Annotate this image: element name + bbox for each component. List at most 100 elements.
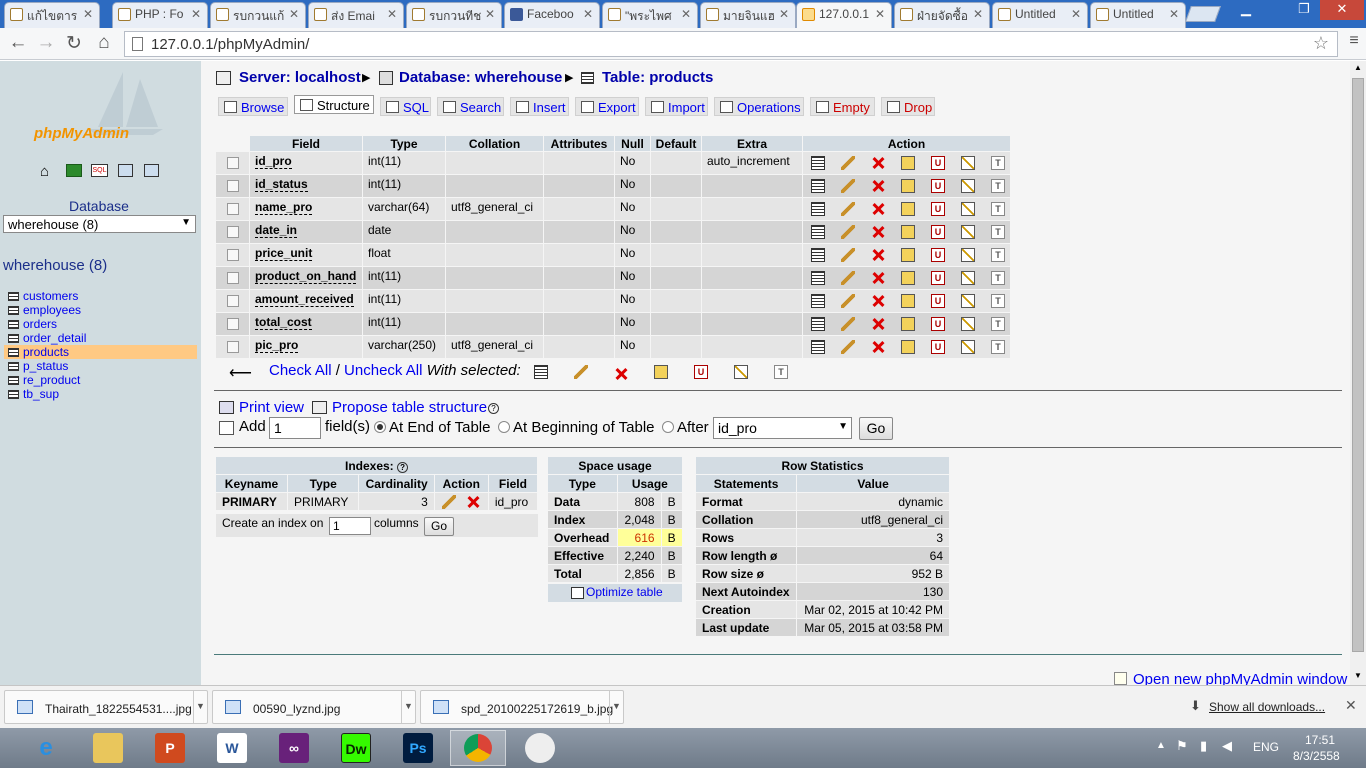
download-menu-arrow-icon[interactable]: ▼ bbox=[609, 691, 623, 723]
table-icon[interactable] bbox=[8, 334, 19, 343]
new-tab-button[interactable] bbox=[1185, 6, 1221, 22]
file-explorer-icon[interactable] bbox=[82, 730, 134, 766]
sidebar-item-employees[interactable]: employees bbox=[8, 303, 81, 317]
breadcrumb-database[interactable]: Database: wherehouse bbox=[399, 69, 562, 86]
add-field-go-button[interactable]: Go bbox=[859, 417, 893, 440]
exit-icon[interactable] bbox=[66, 164, 82, 177]
tab-operations[interactable]: Operations bbox=[714, 97, 804, 116]
close-tab-icon[interactable]: ✕ bbox=[1071, 7, 1081, 21]
address-bar[interactable]: 127.0.0.1/phpMyAdmin/ ☆ bbox=[124, 31, 1338, 57]
browser-tab[interactable]: แก้ไขตาร ✕ bbox=[4, 2, 100, 28]
browser-tab-active[interactable]: 127.0.0.1 ✕ bbox=[796, 2, 892, 28]
check-all-link[interactable]: Check All bbox=[269, 362, 332, 379]
paint-icon[interactable] bbox=[514, 730, 566, 766]
index-icon[interactable] bbox=[961, 293, 975, 308]
show-all-downloads-link[interactable]: Show all downloads... bbox=[1209, 700, 1325, 714]
forward-arrow-icon[interactable]: → bbox=[34, 32, 58, 54]
chrome-icon[interactable] bbox=[450, 730, 506, 766]
dreamweaver-icon[interactable]: Dw bbox=[330, 730, 382, 766]
row-checkbox[interactable] bbox=[226, 157, 239, 169]
database-select[interactable]: wherehouse (8) ▼ bbox=[3, 215, 196, 233]
scrollbar-thumb[interactable] bbox=[1352, 78, 1364, 652]
change-field-icon[interactable] bbox=[841, 201, 855, 216]
drop-field-icon[interactable] bbox=[871, 294, 885, 308]
home-icon[interactable]: ⌂ bbox=[40, 163, 56, 180]
volume-icon[interactable]: ◀ bbox=[1222, 738, 1232, 754]
optimize-table-link[interactable]: Optimize table bbox=[586, 585, 663, 599]
change-field-icon[interactable] bbox=[841, 247, 855, 262]
home-icon[interactable]: ⌂ bbox=[92, 32, 116, 54]
index-icon[interactable] bbox=[961, 270, 975, 285]
flag-icon[interactable]: ⚑ bbox=[1176, 738, 1188, 754]
fulltext-icon[interactable]: T bbox=[991, 155, 1005, 170]
unique-icon[interactable]: U bbox=[931, 247, 945, 262]
scroll-down-arrow-icon[interactable]: ▼ bbox=[1354, 671, 1362, 680]
unique-icon[interactable]: U bbox=[931, 270, 945, 285]
bulk-index-icon[interactable] bbox=[734, 365, 748, 379]
unique-icon[interactable]: U bbox=[931, 155, 945, 170]
browse-distinct-icon[interactable] bbox=[811, 339, 825, 354]
open-new-window-link[interactable]: Open new phpMyAdmin window bbox=[1133, 671, 1347, 685]
close-tab-icon[interactable]: ✕ bbox=[289, 7, 299, 21]
edit-index-icon[interactable] bbox=[442, 494, 457, 509]
table-icon[interactable] bbox=[8, 376, 19, 385]
drop-field-icon[interactable] bbox=[871, 179, 885, 193]
primary-key-icon[interactable] bbox=[901, 270, 915, 285]
breadcrumb-table[interactable]: Table: products bbox=[602, 69, 713, 86]
change-field-icon[interactable] bbox=[841, 270, 855, 285]
tab-sql[interactable]: SQL bbox=[380, 97, 431, 116]
sidebar-item-p-status[interactable]: p_status bbox=[8, 359, 68, 373]
close-tab-icon[interactable]: ✕ bbox=[83, 7, 93, 21]
unique-icon[interactable]: U bbox=[931, 178, 945, 193]
after-field-select[interactable]: id_pro ▼ bbox=[713, 417, 852, 439]
scroll-up-arrow-icon[interactable]: ▲ bbox=[1354, 63, 1362, 72]
bulk-drop-icon[interactable] bbox=[614, 367, 628, 381]
drop-field-icon[interactable] bbox=[871, 340, 885, 354]
fulltext-icon[interactable]: T bbox=[991, 339, 1005, 354]
tab-search[interactable]: Search bbox=[437, 97, 504, 116]
close-tab-icon[interactable]: ✕ bbox=[1169, 7, 1179, 21]
index-icon[interactable] bbox=[961, 316, 975, 331]
change-field-icon[interactable] bbox=[841, 224, 855, 239]
radio-unchecked[interactable] bbox=[498, 421, 510, 433]
radio-at-end[interactable]: At End of Table bbox=[374, 419, 490, 436]
close-tab-icon[interactable]: ✕ bbox=[387, 7, 397, 21]
browse-distinct-icon[interactable] bbox=[811, 293, 825, 308]
primary-key-icon[interactable] bbox=[901, 224, 915, 239]
change-field-icon[interactable] bbox=[841, 155, 855, 170]
drop-field-icon[interactable] bbox=[871, 156, 885, 170]
index-icon[interactable] bbox=[961, 339, 975, 354]
powerpoint-icon[interactable]: P bbox=[144, 730, 196, 766]
row-checkbox[interactable] bbox=[226, 180, 239, 192]
fulltext-icon[interactable]: T bbox=[991, 293, 1005, 308]
primary-key-icon[interactable] bbox=[901, 316, 915, 331]
sidebar-item-orders[interactable]: orders bbox=[8, 317, 57, 331]
sidebar-item-products[interactable]: products bbox=[4, 345, 197, 359]
create-index-go-button[interactable]: Go bbox=[424, 517, 454, 536]
radio-checked[interactable] bbox=[374, 421, 386, 433]
tab-empty[interactable]: Empty bbox=[810, 97, 875, 116]
propose-structure-link[interactable]: Propose table structure bbox=[332, 399, 487, 416]
word-icon[interactable]: W bbox=[206, 730, 258, 766]
browse-distinct-icon[interactable] bbox=[811, 224, 825, 239]
bulk-fulltext-icon[interactable]: T bbox=[774, 365, 788, 379]
row-checkbox[interactable] bbox=[226, 318, 239, 330]
breadcrumb-server[interactable]: Server: localhost bbox=[239, 69, 361, 86]
row-checkbox[interactable] bbox=[226, 295, 239, 307]
browse-distinct-icon[interactable] bbox=[811, 201, 825, 216]
close-tab-icon[interactable]: ✕ bbox=[779, 7, 789, 21]
radio-after[interactable]: After bbox=[662, 419, 709, 436]
row-checkbox[interactable] bbox=[226, 341, 239, 353]
sidebar-item-re-product[interactable]: re_product bbox=[8, 373, 80, 387]
sidebar-item-customers[interactable]: customers bbox=[8, 289, 78, 303]
close-tab-icon[interactable]: ✕ bbox=[583, 7, 593, 21]
row-checkbox[interactable] bbox=[226, 249, 239, 261]
download-item[interactable]: 00590_lyznd.jpg ▼ bbox=[212, 690, 416, 724]
close-tab-icon[interactable]: ✕ bbox=[875, 7, 885, 21]
restore-window-button[interactable]: ❐ bbox=[1290, 0, 1318, 20]
tab-insert[interactable]: Insert bbox=[510, 97, 569, 116]
tab-export[interactable]: Export bbox=[575, 97, 639, 116]
input-language[interactable]: ENG bbox=[1253, 740, 1279, 754]
close-tab-icon[interactable]: ✕ bbox=[485, 7, 495, 21]
primary-key-icon[interactable] bbox=[901, 339, 915, 354]
